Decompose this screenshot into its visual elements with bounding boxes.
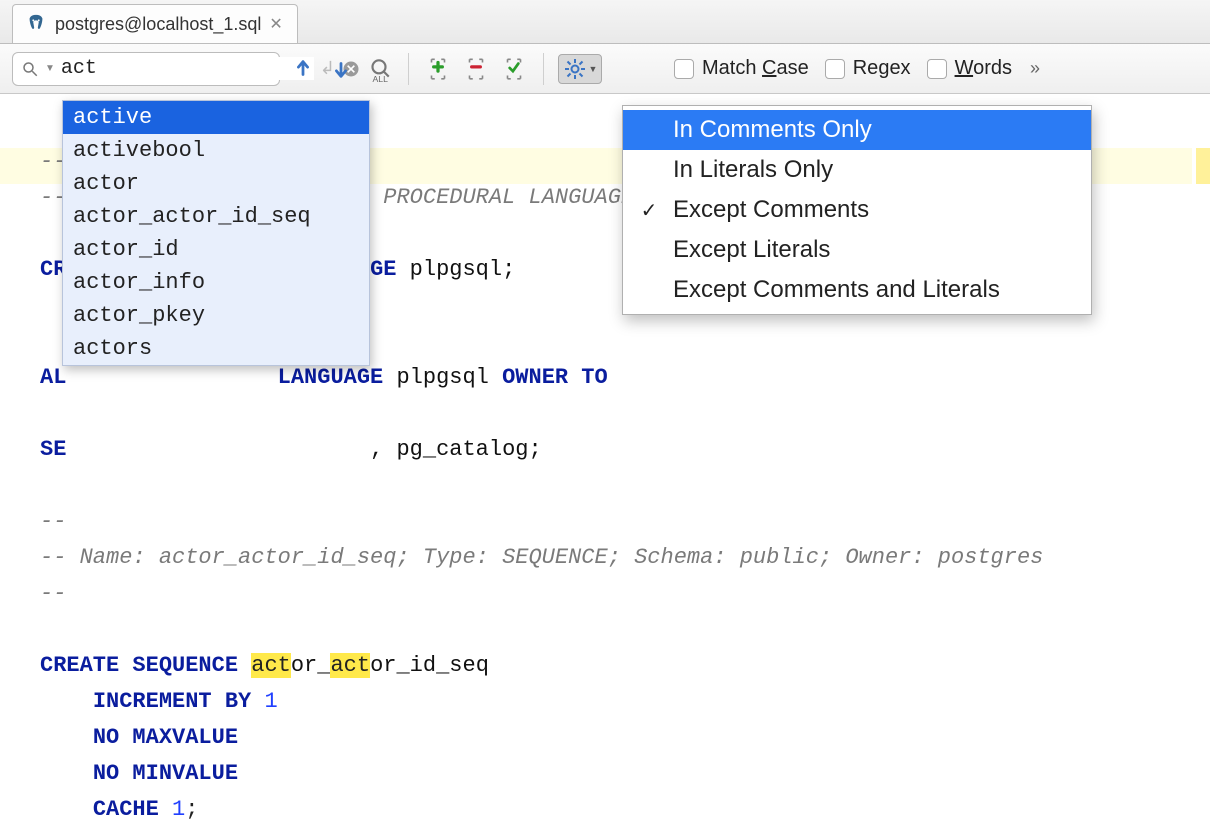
autocomplete-item[interactable]: actor_info — [63, 266, 369, 299]
autocomplete-popup: activeactiveboolactoractor_actor_id_seqa… — [62, 100, 370, 366]
code-text: plpgsql; — [396, 257, 515, 282]
settings-menu-item[interactable]: Except Literals — [623, 230, 1091, 270]
autocomplete-item[interactable]: actor_actor_id_seq — [63, 200, 369, 233]
autocomplete-item[interactable]: actor — [63, 167, 369, 200]
checkbox[interactable] — [674, 59, 694, 79]
code-keyword: SEQUENCE — [132, 653, 238, 678]
code-text: plpgsql — [383, 365, 502, 390]
match-case-label: Match Case — [702, 57, 809, 80]
code-text: ; — [185, 797, 198, 822]
search-box[interactable]: ▼ ↲ — [12, 52, 280, 86]
tab-bar: postgres@localhost_1.sql ✕ — [0, 0, 1210, 44]
words-option[interactable]: Words — [927, 57, 1012, 80]
code-keyword: SE — [40, 437, 66, 462]
code-keyword: GE — [370, 257, 396, 282]
regex-option[interactable]: Regex — [825, 57, 911, 80]
select-all-occurrences-button[interactable] — [499, 54, 529, 84]
match-highlight: act — [330, 653, 370, 678]
check-icon: ✓ — [637, 198, 661, 223]
code-text: or_id_seq — [370, 653, 489, 678]
autocomplete-item[interactable]: activebool — [63, 134, 369, 167]
settings-menu-item[interactable]: ✓ Except Comments — [623, 190, 1091, 230]
line-marker — [1196, 148, 1210, 184]
settings-menu-item[interactable]: Except Comments and Literals — [623, 270, 1091, 310]
checkbox[interactable] — [927, 59, 947, 79]
toolbar-divider — [543, 53, 544, 85]
code-text: , pg_catalog; — [370, 437, 542, 462]
settings-menu-label: Except Comments — [673, 196, 869, 224]
code-keyword: LANGUAGE — [278, 365, 384, 390]
add-selection-button[interactable] — [423, 54, 453, 84]
match-highlight: act — [251, 653, 291, 678]
autocomplete-item[interactable]: actor_id — [63, 233, 369, 266]
search-icon — [21, 60, 39, 78]
code-keyword: NO MINVALUE — [93, 761, 238, 786]
settings-menu-label: Except Comments and Literals — [673, 276, 1000, 304]
autocomplete-item[interactable]: active — [63, 101, 369, 134]
search-input[interactable] — [61, 57, 314, 80]
find-toolbar: ▼ ↲ ALL ▼ Match Case Regex Words — [0, 44, 1210, 94]
postgres-icon — [25, 13, 47, 35]
select-all-button[interactable]: ALL — [364, 54, 394, 84]
autocomplete-item[interactable]: actors — [63, 332, 369, 365]
settings-menu-label: In Literals Only — [673, 156, 833, 184]
code-comment: -- Name: actor_actor_id_seq; Type: SEQUE… — [40, 545, 1043, 570]
next-match-button[interactable] — [326, 54, 356, 84]
settings-menu-item[interactable]: In Comments Only — [623, 110, 1091, 150]
code-text: or_ — [291, 653, 331, 678]
remove-selection-button[interactable] — [461, 54, 491, 84]
regex-label: Regex — [853, 57, 911, 80]
code-keyword: AL — [40, 365, 66, 390]
match-case-option[interactable]: Match Case — [674, 57, 809, 80]
code-number: 1 — [172, 797, 185, 822]
tab-title: postgres@localhost_1.sql — [55, 14, 261, 35]
more-options-icon[interactable]: » — [1030, 58, 1040, 79]
editor-tab[interactable]: postgres@localhost_1.sql ✕ — [12, 4, 298, 43]
settings-menu-item[interactable]: In Literals Only — [623, 150, 1091, 190]
svg-text:ALL: ALL — [373, 74, 389, 82]
autocomplete-item[interactable]: actor_pkey — [63, 299, 369, 332]
code-keyword: OWNER TO — [502, 365, 608, 390]
search-settings-menu: In Comments Only In Literals Only ✓ Except … — [622, 105, 1092, 315]
code-keyword: CREATE — [40, 653, 119, 678]
settings-menu-label: Except Literals — [673, 236, 830, 264]
settings-menu-label: In Comments Only — [673, 116, 872, 144]
code-keyword: NO MAXVALUE — [93, 725, 238, 750]
code-keyword: CACHE — [93, 797, 159, 822]
code-comment: -- — [40, 581, 66, 606]
code-comment: -- — [40, 509, 66, 534]
checkbox[interactable] — [825, 59, 845, 79]
toolbar-divider — [408, 53, 409, 85]
close-icon[interactable]: ✕ — [269, 14, 282, 34]
prev-match-button[interactable] — [288, 54, 318, 84]
words-label: Words — [955, 57, 1012, 80]
search-settings-button[interactable]: ▼ — [558, 54, 602, 84]
dropdown-caret-icon[interactable]: ▼ — [45, 63, 55, 74]
